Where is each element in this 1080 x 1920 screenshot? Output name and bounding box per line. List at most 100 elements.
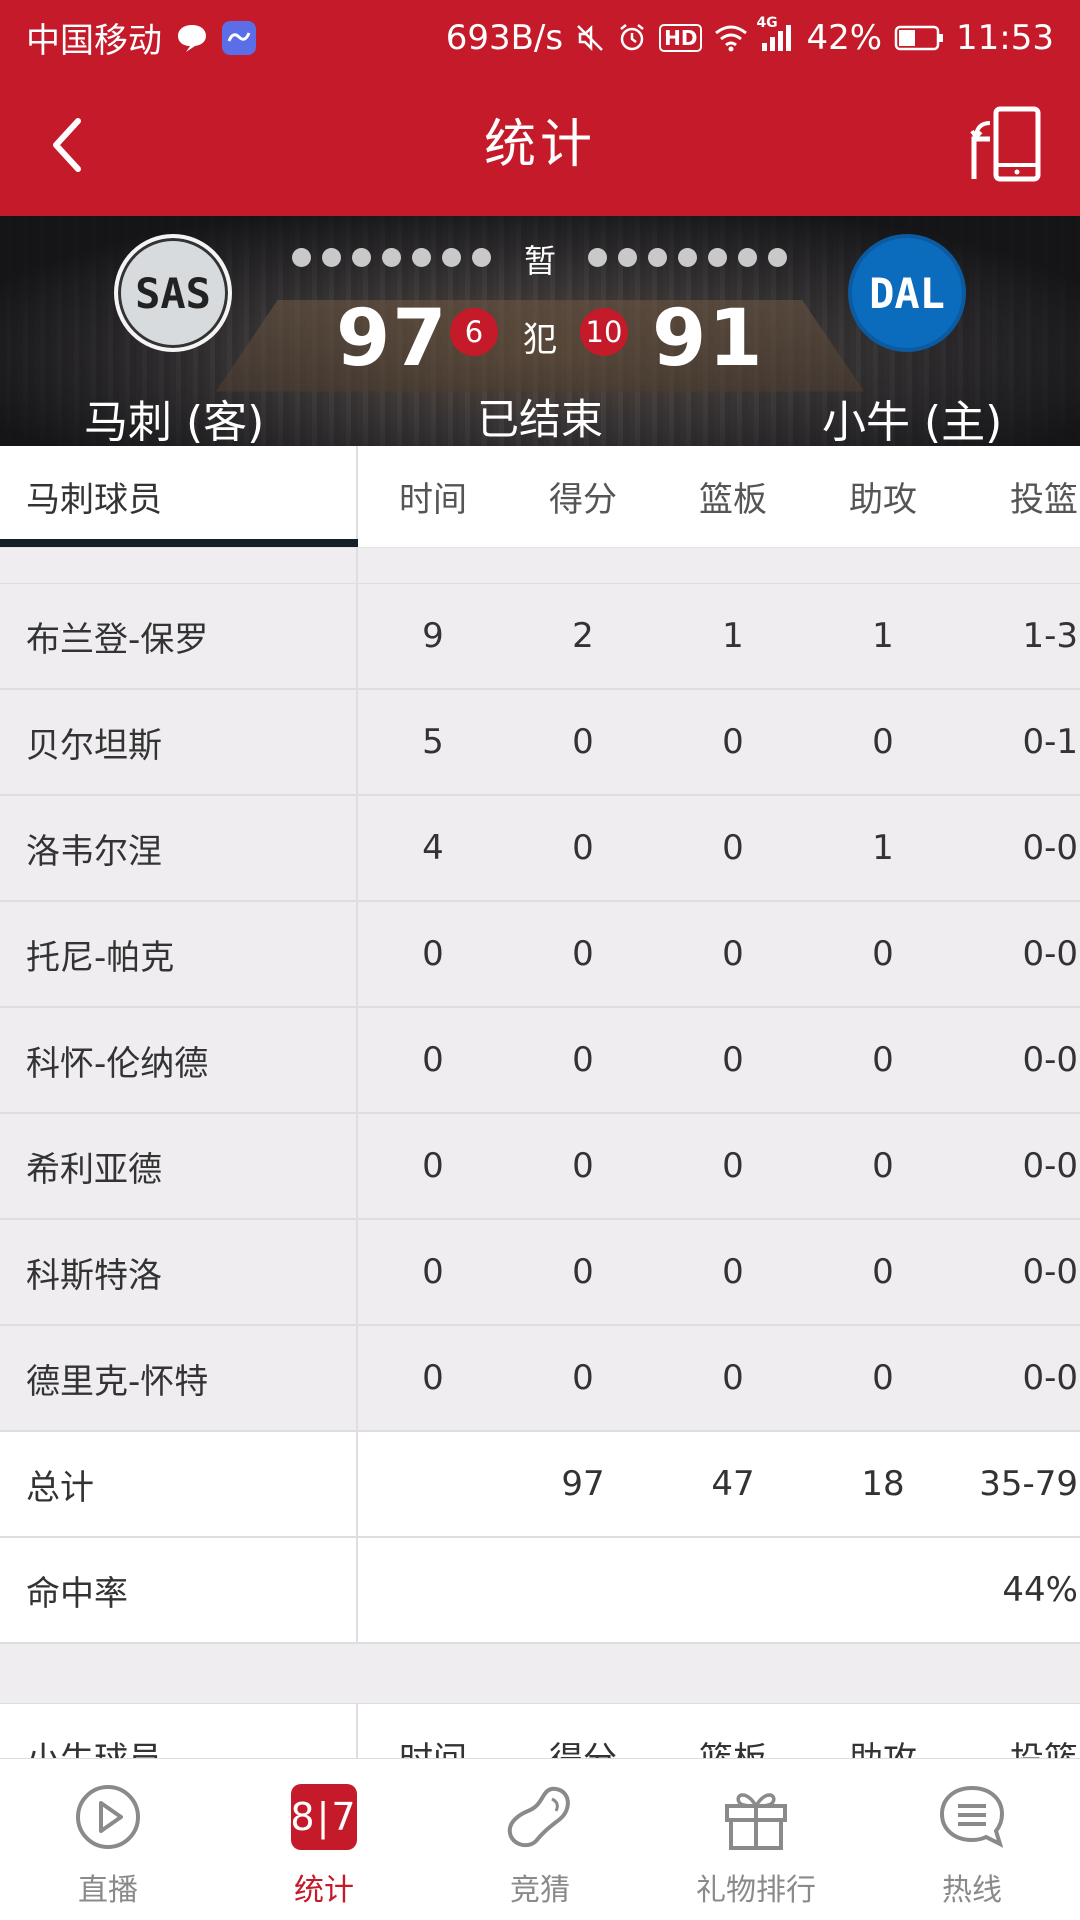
timeout-dot xyxy=(708,248,727,267)
rotate-screen-icon xyxy=(970,106,1041,182)
chevron-left-icon xyxy=(53,118,81,172)
table-cell: 0 xyxy=(422,1358,444,1398)
table-cell: 0 xyxy=(722,828,744,868)
column-header: 投篮 xyxy=(1010,480,1078,520)
table-cell: 0-0 xyxy=(1022,1040,1078,1080)
table-cell xyxy=(658,1538,808,1642)
player-name: 贝尔坦斯 xyxy=(0,690,358,794)
table-cell: 35-79 xyxy=(979,1464,1078,1504)
table-cell xyxy=(508,1538,658,1642)
timeout-dot xyxy=(678,248,697,267)
home-timeouts xyxy=(588,248,787,267)
player-rows: 布兰登-保罗 9 2 1 1 1-3 贝尔坦斯 5 0 0 0 0-1 洛韦尔涅 4 0 0 1 0-0 托尼-帕克… xyxy=(0,584,1080,1432)
table-cell: 0 xyxy=(722,722,744,762)
table-cell: 0 xyxy=(572,1146,594,1186)
nav-guess[interactable]: 竞猜 xyxy=(432,1759,648,1920)
hd-badge: HD xyxy=(659,23,703,52)
table-cell: 9 xyxy=(422,616,444,656)
scoreboard: SAS DAL 暂 97 6 犯 10 91 马刺 (客) 已结束 小牛 (主) xyxy=(0,216,1080,446)
timeout-dot xyxy=(768,248,787,267)
pct-row: 命中率 44% xyxy=(0,1538,1080,1644)
table-cell: 1 xyxy=(872,616,894,656)
row-label: 命中率 xyxy=(0,1538,358,1642)
player-row[interactable]: 科怀-伦纳德 0 0 0 0 0-0 xyxy=(0,1008,1080,1114)
table-cell: 47 xyxy=(711,1464,755,1504)
rotate-screen-button[interactable] xyxy=(962,101,1050,189)
player-row[interactable]: 洛韦尔涅 4 0 0 1 0-0 xyxy=(0,796,1080,902)
table-cell: 5 xyxy=(422,722,444,762)
total-row: 总计 97 47 18 35-79 xyxy=(0,1432,1080,1538)
nav-label: 热线 xyxy=(942,1873,1002,1908)
player-row[interactable]: 贝尔坦斯 5 0 0 0 0-1 xyxy=(0,690,1080,796)
row-label: 总计 xyxy=(0,1432,358,1536)
table-cell: 0 xyxy=(872,1040,894,1080)
column-header: 时间 xyxy=(399,480,467,520)
nav-gift-ranking[interactable]: 礼物排行 xyxy=(648,1759,864,1920)
table-cell: 2 xyxy=(572,616,594,656)
home-fouls-badge: 10 xyxy=(580,308,628,356)
bottom-nav: 直播 8|7 统计 竞猜 礼物排行 热线 xyxy=(0,1758,1080,1920)
player-row[interactable]: 德里克-怀特 0 0 0 0 0-0 xyxy=(0,1326,1080,1432)
player-row[interactable]: 布兰登-保罗 9 2 1 1 1-3 xyxy=(0,584,1080,690)
home-team-name: 小牛 (主) xyxy=(822,397,1003,446)
section-gap xyxy=(0,1644,1080,1704)
table-cell: 0-0 xyxy=(1022,1146,1078,1186)
clock: 11:53 xyxy=(956,17,1054,58)
tab-underline xyxy=(0,539,358,547)
table-cell: 1 xyxy=(722,616,744,656)
mute-icon xyxy=(575,23,605,53)
player-name: 科斯特洛 xyxy=(0,1220,358,1324)
player-row[interactable]: 托尼-帕克 0 0 0 0 0-0 xyxy=(0,902,1080,1008)
table-cell: 0 xyxy=(722,934,744,974)
timeout-dot xyxy=(618,248,637,267)
battery-icon xyxy=(894,25,944,51)
nav-label: 统计 xyxy=(294,1873,354,1908)
nav-hotline[interactable]: 热线 xyxy=(864,1759,1080,1920)
table-cell: 0-0 xyxy=(1022,1358,1078,1398)
table-cell: 0-1 xyxy=(1022,722,1078,762)
table-cell: 0-0 xyxy=(1022,934,1078,974)
page-title: 统计 xyxy=(483,115,596,175)
table-cell: 0 xyxy=(422,1252,444,1292)
table-cell: 0 xyxy=(722,1358,744,1398)
table-cell: 0 xyxy=(572,1252,594,1292)
table-cell: 1 xyxy=(872,828,894,868)
column-header: 篮板 xyxy=(699,480,767,520)
stats-icon-text: 8|7 xyxy=(290,1784,357,1850)
player-name: 洛韦尔涅 xyxy=(0,796,358,900)
timeout-label: 暂 xyxy=(523,242,556,280)
player-row[interactable]: 希利亚德 0 0 0 0 0-0 xyxy=(0,1114,1080,1220)
table-cell: 0 xyxy=(572,722,594,762)
title-bar: 统计 xyxy=(0,75,1080,216)
table-cell: 0 xyxy=(872,722,894,762)
back-button[interactable] xyxy=(28,105,108,185)
player-name: 布兰登-保罗 xyxy=(0,584,358,688)
table-header: 马刺球员 时间 得分 篮板 助攻 投篮 xyxy=(0,446,1080,548)
stats-icon: 8|7 xyxy=(288,1781,360,1853)
table-cell: 1-3 xyxy=(1022,616,1078,656)
tab-label: 马刺球员 xyxy=(26,480,162,520)
table-cell xyxy=(358,1538,508,1642)
table-cell: 0 xyxy=(422,934,444,974)
chat-icon xyxy=(936,1781,1008,1853)
table-cell: 0 xyxy=(572,1358,594,1398)
nav-stats[interactable]: 8|7 统计 xyxy=(216,1759,432,1920)
player-name: 希利亚德 xyxy=(0,1114,358,1218)
signal-icon: 4G xyxy=(756,15,794,53)
table-cell: 18 xyxy=(861,1464,905,1504)
tab-spurs-players[interactable]: 马刺球员 xyxy=(0,446,358,547)
column-header: 助攻 xyxy=(849,480,917,520)
column-header: 得分 xyxy=(549,480,617,520)
nav-live[interactable]: 直播 xyxy=(0,1759,216,1920)
app-notification-icon xyxy=(222,20,256,55)
player-row[interactable]: 科斯特洛 0 0 0 0 0-0 xyxy=(0,1220,1080,1326)
nav-label: 礼物排行 xyxy=(696,1873,816,1908)
nav-label: 竞猜 xyxy=(510,1873,570,1908)
player-name: 托尼-帕克 xyxy=(0,902,358,1006)
timeout-dot xyxy=(648,248,667,267)
alarm-icon xyxy=(617,23,647,53)
table-cell: 97 xyxy=(561,1464,605,1504)
fouls-label: 犯 xyxy=(523,320,557,360)
player-name: 科怀-伦纳德 xyxy=(0,1008,358,1112)
network-type-label: 4G xyxy=(756,14,778,31)
